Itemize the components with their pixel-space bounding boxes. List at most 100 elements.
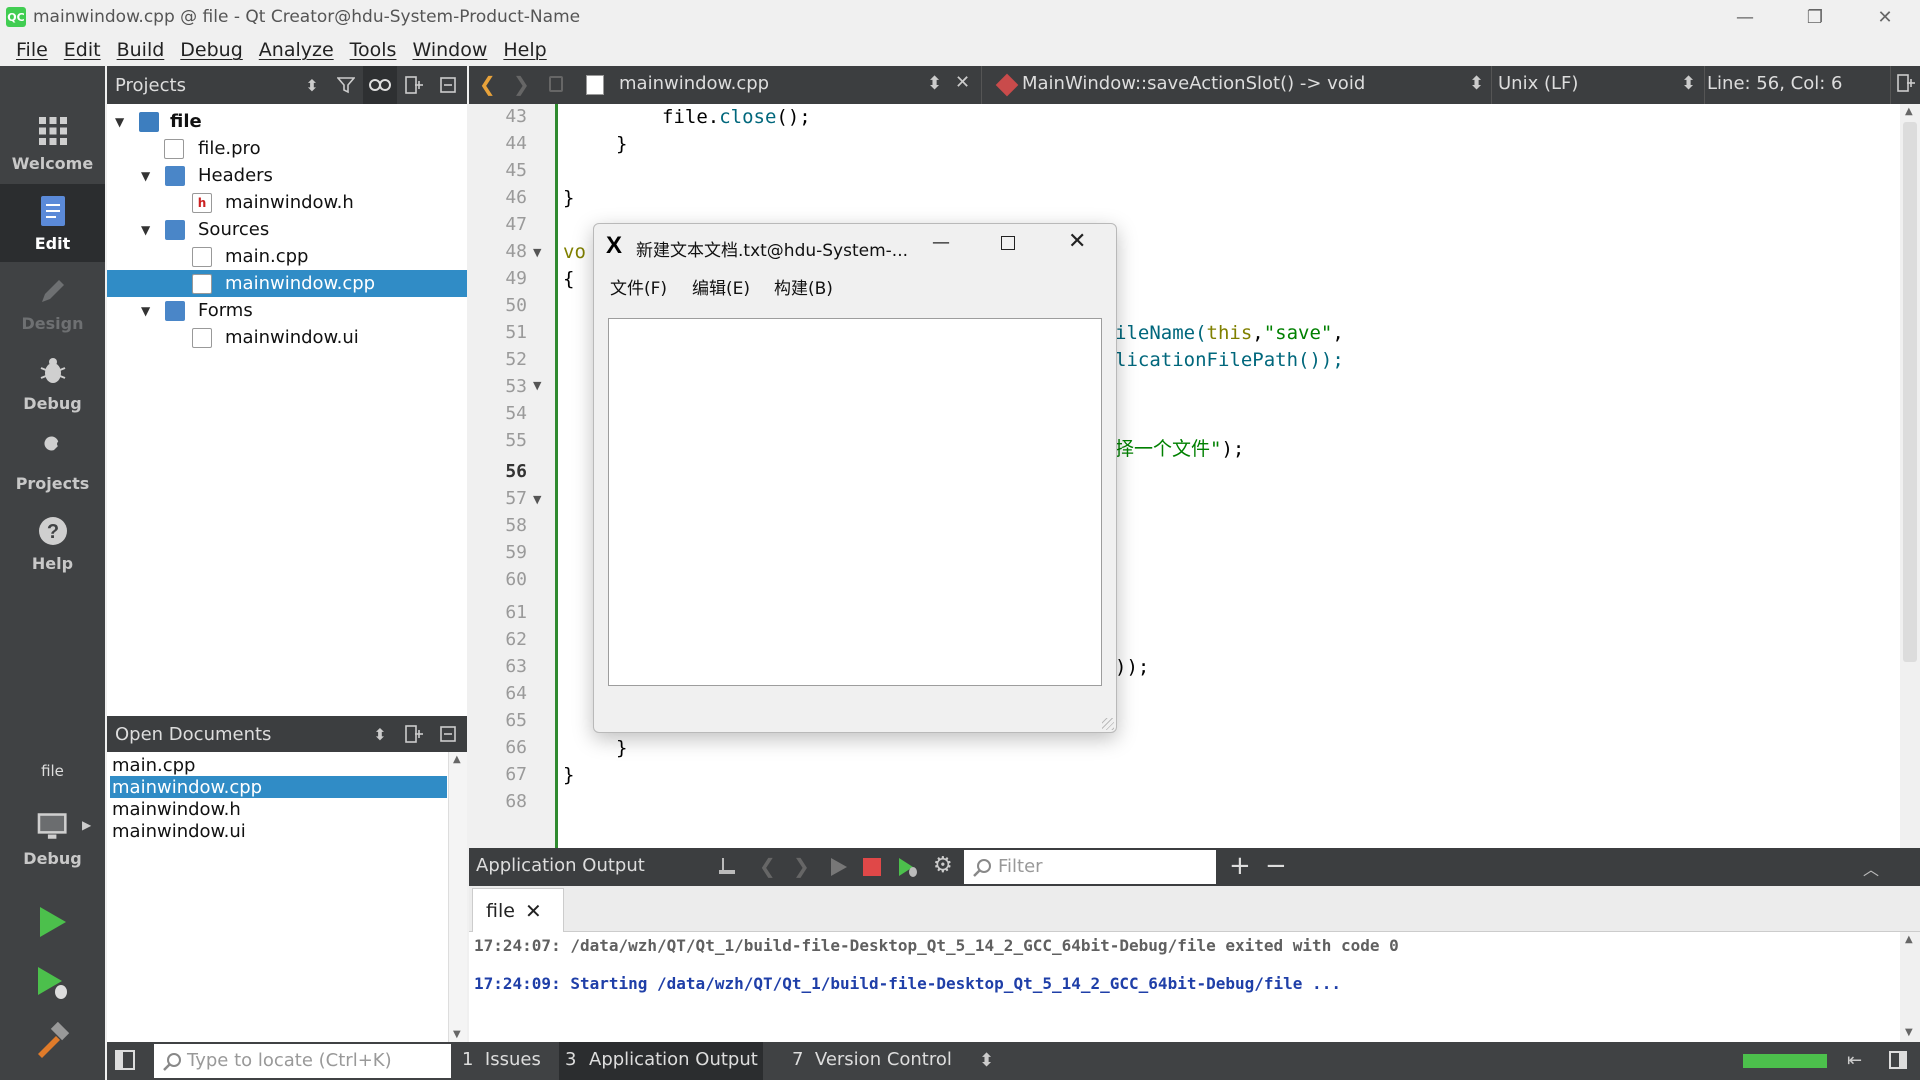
close-window-button[interactable]: ✕ <box>1850 0 1920 34</box>
tree-item-mainwindow-cpp[interactable]: mainwindow.cpp <box>107 270 467 297</box>
forward-arrow-icon[interactable]: ❯ <box>513 72 530 96</box>
symbol-selector[interactable]: MainWindow::saveActionSlot() -> void <box>1022 73 1365 94</box>
tree-item-sources[interactable]: ▼ Sources <box>107 216 467 243</box>
zoom-in-button[interactable]: + <box>1229 851 1251 881</box>
scroll-up-icon[interactable]: ▲ <box>453 754 461 765</box>
run-button[interactable] <box>34 904 70 944</box>
menu-debug[interactable]: Debug <box>180 39 242 61</box>
mode-design[interactable]: Design <box>0 264 105 342</box>
expand-arrow-icon[interactable]: ▼ <box>141 169 150 183</box>
open-doc-item[interactable]: mainwindow.h <box>110 798 447 820</box>
expand-arrow-icon[interactable]: ▼ <box>141 304 150 318</box>
attach-icon[interactable] <box>717 856 737 876</box>
scroll-down-icon[interactable]: ▼ <box>1905 1027 1913 1038</box>
output-toggle-icon[interactable]: ⇤ <box>1847 1050 1862 1071</box>
fold-marker-icon[interactable]: ▼ <box>533 246 541 259</box>
symbol-selector-arrow-icon[interactable]: ⬍ <box>1469 73 1484 94</box>
tree-item-headers[interactable]: ▼ Headers <box>107 162 467 189</box>
restore-button[interactable]: ❐ <box>1780 0 1850 34</box>
output-tab-file[interactable]: file ✕ <box>472 888 564 932</box>
output-scrollbar[interactable]: ▲ ▼ <box>1900 932 1920 1042</box>
tree-item-file-pro[interactable]: file.pro <box>107 135 467 162</box>
open-doc-item[interactable]: main.cpp <box>110 754 447 776</box>
view-selector-icon[interactable]: ⬍ <box>363 716 397 752</box>
text-edit-area[interactable] <box>608 318 1102 686</box>
lock-icon <box>549 76 563 92</box>
dialog-menu-file[interactable]: 文件(F) <box>610 274 667 299</box>
current-file-label[interactable]: mainwindow.cpp <box>619 73 769 94</box>
mode-help[interactable]: ? Help <box>0 504 105 582</box>
zoom-out-button[interactable]: − <box>1265 851 1287 881</box>
menu-help[interactable]: Help <box>503 39 546 61</box>
tree-item-main-cpp[interactable]: main.cpp <box>107 243 467 270</box>
mode-welcome[interactable]: Welcome <box>0 104 105 182</box>
debug-run-button[interactable] <box>34 964 70 1004</box>
stop-icon[interactable] <box>863 858 881 876</box>
output-filter-input[interactable]: Filter <box>964 850 1216 884</box>
cursor-position[interactable]: Line: 56, Col: 6 <box>1707 73 1842 94</box>
previous-item-icon[interactable]: ❮ <box>759 854 776 878</box>
expand-arrow-icon[interactable]: ▼ <box>115 115 124 129</box>
view-selector-icon[interactable]: ⬍ <box>295 66 329 104</box>
mode-edit[interactable]: Edit <box>0 184 105 262</box>
status-tab-application-output[interactable]: 3 Application Output <box>559 1042 763 1080</box>
back-arrow-icon[interactable]: ❮ <box>479 72 496 96</box>
toggle-sidebar-icon[interactable] <box>115 1050 135 1070</box>
split-icon[interactable] <box>397 716 431 752</box>
close-pane-icon[interactable] <box>431 66 465 104</box>
close-document-icon[interactable]: ✕ <box>955 72 970 93</box>
menu-tools[interactable]: Tools <box>350 39 397 61</box>
split-icon[interactable] <box>397 66 431 104</box>
expand-arrow-icon[interactable]: ▼ <box>141 223 150 237</box>
mode-debug[interactable]: Debug <box>0 344 105 422</box>
dialog-menu-edit[interactable]: 编辑(E) <box>692 274 750 299</box>
resize-grip[interactable] <box>1102 718 1114 730</box>
menu-edit[interactable]: Edit <box>64 39 101 61</box>
tree-item-mainwindow-h[interactable]: h mainwindow.h <box>107 189 467 216</box>
editor-scrollbar[interactable]: ▲ <box>1900 104 1920 848</box>
menu-analyze[interactable]: Analyze <box>259 39 334 61</box>
kit-selector[interactable]: Debug <box>0 788 105 888</box>
next-item-icon[interactable]: ❯ <box>793 854 810 878</box>
open-doc-item[interactable]: mainwindow.cpp <box>110 776 447 798</box>
filter-icon[interactable] <box>329 66 363 104</box>
menu-file[interactable]: File <box>16 39 48 61</box>
dialog-minimize-button[interactable]: — <box>932 232 950 253</box>
close-pane-icon[interactable] <box>431 716 465 752</box>
build-button[interactable] <box>34 1021 70 1062</box>
scrollbar[interactable]: ▲ ▼ <box>448 752 467 1042</box>
scrollbar-thumb[interactable] <box>1903 122 1917 662</box>
menu-window[interactable]: Window <box>412 39 487 61</box>
maximize-pane-icon[interactable]: ︿ <box>1863 856 1879 880</box>
tree-item-project[interactable]: ▼ file <box>107 108 467 135</box>
split-editor-icon[interactable] <box>1897 74 1915 97</box>
close-tab-icon[interactable]: ✕ <box>525 899 542 923</box>
fold-marker-icon[interactable]: ▼ <box>533 379 541 392</box>
tree-item-forms[interactable]: ▼ Forms <box>107 297 467 324</box>
status-tab-version-control[interactable]: 7 Version Control <box>792 1049 952 1070</box>
file-selector-arrow-icon[interactable]: ⬍ <box>927 73 942 94</box>
toggle-right-sidebar-icon[interactable] <box>1889 1051 1907 1069</box>
sync-link-icon[interactable] <box>363 66 397 104</box>
fold-marker-icon[interactable]: ▼ <box>533 493 541 506</box>
minimize-button[interactable]: — <box>1710 0 1780 34</box>
status-tab-issues[interactable]: 1 Issues <box>462 1049 541 1070</box>
line-ending-arrow-icon[interactable]: ⬍ <box>1681 73 1696 94</box>
open-doc-item[interactable]: mainwindow.ui <box>110 820 447 842</box>
scroll-up-icon[interactable]: ▲ <box>1905 106 1913 117</box>
more-tabs-arrow-icon[interactable]: ⬍ <box>979 1050 994 1071</box>
line-ending-selector[interactable]: Unix (LF) <box>1498 73 1578 94</box>
dialog-close-button[interactable]: ✕ <box>1068 229 1086 254</box>
menu-build[interactable]: Build <box>117 39 165 61</box>
dialog-maximize-button[interactable] <box>1001 236 1015 250</box>
mode-projects[interactable]: Projects <box>0 424 105 502</box>
scroll-down-icon[interactable]: ▼ <box>453 1029 461 1040</box>
dialog-menu-build[interactable]: 构建(B) <box>774 274 833 299</box>
tree-item-mainwindow-ui[interactable]: mainwindow.ui <box>107 324 467 351</box>
rerun-icon[interactable] <box>829 856 849 882</box>
scroll-up-icon[interactable]: ▲ <box>1905 934 1913 945</box>
attach-debugger-icon[interactable] <box>897 856 919 882</box>
gear-icon[interactable]: ⚙ <box>933 853 953 878</box>
locator-input[interactable]: Type to locate (Ctrl+K) <box>154 1044 451 1078</box>
output-console[interactable]: 17:24:07: /data/wzh/QT/Qt_1/build-file-D… <box>469 932 1900 1042</box>
